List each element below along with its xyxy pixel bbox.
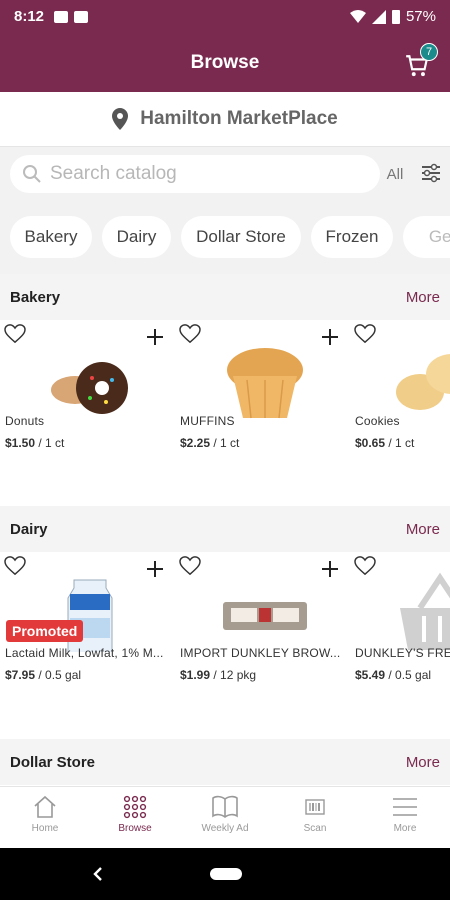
donut-image	[51, 362, 128, 414]
search-box	[10, 155, 380, 193]
more-link[interactable]: More	[406, 521, 440, 538]
back-icon[interactable]	[90, 865, 106, 883]
location-pin-icon	[112, 108, 129, 130]
product-row-dairy: Promoted Lactaid Milk, Lowfat, 1% M... $…	[0, 552, 450, 738]
heart-icon[interactable]	[354, 324, 376, 344]
battery-icon	[391, 9, 400, 24]
promoted-badge: Promoted	[6, 620, 84, 642]
product-price: $0.65 / 1 ct	[355, 436, 415, 450]
home-pill-button[interactable]	[210, 868, 242, 880]
product-name: Donuts	[5, 414, 45, 428]
category-chips: Bakery Dairy Dollar Store Frozen Ger	[0, 202, 450, 274]
cart-count-badge: 7	[420, 43, 438, 61]
egg-carton-image	[223, 602, 307, 630]
book-icon	[212, 795, 238, 818]
nav-scan[interactable]: Scan	[270, 787, 360, 849]
status-time: 8:12	[14, 8, 45, 25]
cookies-image	[396, 354, 450, 410]
product-card[interactable]: Donuts $1.50 / 1 ct	[0, 320, 175, 506]
product-name: IMPORT DUNKLEY BROW...	[180, 646, 341, 660]
heart-icon[interactable]	[179, 324, 201, 344]
product-price: $1.99 / 12 pkg	[180, 668, 257, 682]
nav-more[interactable]: More	[360, 787, 450, 849]
heart-icon[interactable]	[179, 556, 201, 576]
chip-dollar-store[interactable]: Dollar Store	[181, 216, 301, 258]
section-header-bakery: Bakery More	[0, 274, 450, 320]
search-input[interactable]	[50, 163, 350, 185]
signal-icon	[371, 9, 386, 24]
product-card[interactable]: Promoted Lactaid Milk, Lowfat, 1% M... $…	[0, 552, 175, 738]
heart-icon[interactable]	[4, 324, 26, 344]
basket-placeholder-icon	[400, 572, 450, 650]
filter-icon[interactable]	[420, 161, 442, 185]
product-price: $5.49 / 0.5 gal	[355, 668, 432, 682]
notification-icons	[54, 10, 89, 23]
heart-icon[interactable]	[354, 556, 376, 576]
section-title: Dairy	[10, 520, 48, 538]
search-area: All	[0, 147, 450, 202]
product-row-bakery: Donuts $1.50 / 1 ct MUFFINS $2.25 / 1 ct…	[0, 320, 450, 506]
system-navigation-bar	[0, 848, 450, 900]
add-to-cart-icon[interactable]	[146, 560, 164, 578]
more-link[interactable]: More	[406, 289, 440, 306]
product-name: MUFFINS	[180, 414, 235, 428]
chip-bakery[interactable]: Bakery	[10, 216, 92, 258]
search-icon	[23, 165, 41, 183]
chip-general[interactable]: Ger	[403, 216, 450, 258]
product-price: $2.25 / 1 ct	[180, 436, 240, 450]
image-notification-icon	[54, 10, 69, 23]
nav-label: Weekly Ad	[201, 823, 249, 834]
product-card[interactable]: IMPORT DUNKLEY BROW... $1.99 / 12 pkg	[175, 552, 350, 738]
status-bar: 8:12 57%	[0, 0, 450, 33]
battery-level: 57%	[405, 8, 436, 25]
store-selector[interactable]: Hamilton MarketPlace	[0, 92, 450, 147]
more-link[interactable]: More	[406, 754, 440, 771]
section-header-dairy: Dairy More	[0, 506, 450, 552]
product-price: $1.50 / 1 ct	[5, 436, 65, 450]
chip-dairy[interactable]: Dairy	[102, 216, 171, 258]
search-scope-button[interactable]: All	[380, 159, 410, 189]
product-card[interactable]: MUFFINS $2.25 / 1 ct	[175, 320, 350, 506]
product-name: DUNKLEY'S FRESH	[355, 646, 450, 660]
menu-icon	[393, 798, 417, 816]
product-price: $7.95 / 0.5 gal	[5, 668, 82, 682]
grid-icon	[123, 795, 147, 819]
section-title: Bakery	[10, 288, 61, 306]
bottom-nav: Home Browse Weekly Ad Scan More	[0, 786, 450, 848]
barcode-icon	[305, 799, 325, 815]
wifi-icon	[349, 9, 366, 23]
section-header-dollar-store: Dollar Store More	[0, 739, 450, 785]
product-name: Lactaid Milk, Lowfat, 1% M...	[5, 646, 164, 660]
heart-icon[interactable]	[4, 556, 26, 576]
photo-notification-icon	[74, 10, 89, 23]
add-to-cart-icon[interactable]	[321, 560, 339, 578]
chip-frozen[interactable]: Frozen	[311, 216, 393, 258]
product-name: Cookies	[355, 414, 400, 428]
nav-label: Home	[31, 823, 59, 834]
nav-label: More	[393, 823, 417, 834]
store-name: Hamilton MarketPlace	[140, 108, 338, 129]
nav-label: Scan	[303, 823, 327, 834]
app-bar: Browse 7	[0, 33, 450, 92]
add-to-cart-icon[interactable]	[321, 328, 339, 346]
nav-weekly-ad[interactable]: Weekly Ad	[180, 787, 270, 849]
nav-home[interactable]: Home	[0, 787, 90, 849]
product-card[interactable]: DUNKLEY'S FRESH $5.49 / 0.5 gal	[350, 552, 450, 738]
muffin-image	[227, 348, 303, 419]
home-icon	[34, 795, 56, 818]
cart-button[interactable]: 7	[404, 43, 438, 79]
add-to-cart-icon[interactable]	[146, 328, 164, 346]
nav-browse[interactable]: Browse	[90, 787, 180, 849]
product-card[interactable]: Cookies $0.65 / 1 ct	[350, 320, 450, 506]
nav-label: Browse	[118, 823, 152, 834]
section-title: Dollar Store	[10, 753, 96, 771]
page-title: Browse	[190, 51, 260, 73]
